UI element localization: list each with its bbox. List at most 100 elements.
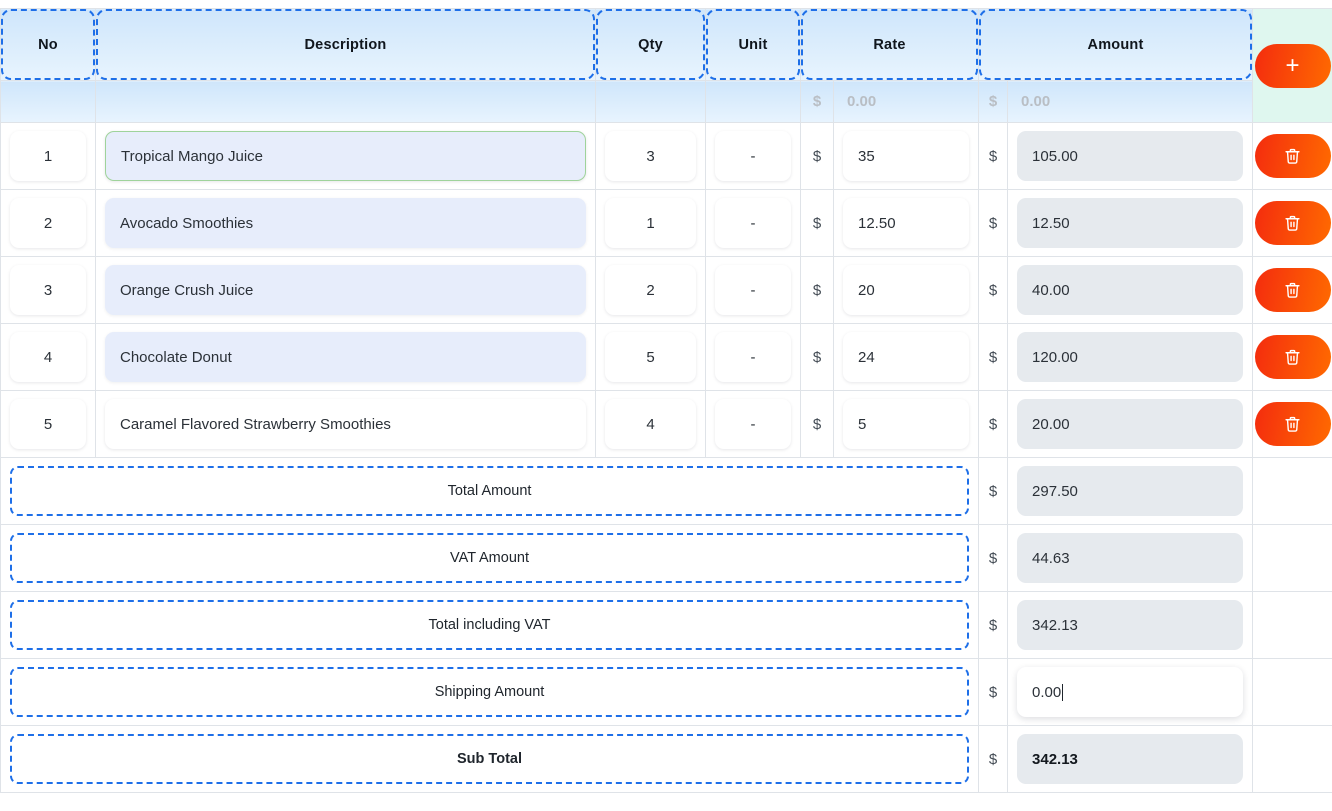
row-description-cell[interactable]: Caramel Flavored Strawberry Smoothies: [95, 390, 596, 458]
amount-value: 120.00: [1017, 332, 1244, 382]
description-input[interactable]: Chocolate Donut: [105, 332, 586, 382]
row-description-cell[interactable]: Orange Crush Juice: [95, 256, 596, 324]
summary-value: 44.63: [1032, 549, 1070, 567]
trash-icon: [1284, 147, 1301, 165]
row-amount-currency: $: [978, 256, 1009, 324]
header-cell-description: Description: [95, 8, 596, 81]
description-input[interactable]: Caramel Flavored Strawberry Smoothies: [105, 399, 586, 449]
summary-label: Shipping Amount: [10, 667, 970, 717]
row-rate-cell[interactable]: 20: [832, 256, 980, 324]
plus-icon: +: [1285, 51, 1300, 79]
qty-input[interactable]: 4: [605, 399, 696, 449]
rate-input[interactable]: 12.50: [843, 198, 970, 248]
unit-input[interactable]: -: [715, 399, 791, 449]
row-rate-cell[interactable]: 12.50: [832, 189, 980, 257]
description-input[interactable]: Tropical Mango Juice: [105, 131, 586, 181]
summary-currency: $: [978, 658, 1009, 726]
qty-input[interactable]: 2: [605, 265, 696, 315]
delete-row-button[interactable]: [1254, 134, 1331, 178]
row-unit-cell[interactable]: -: [705, 122, 801, 190]
summary-row: Total Amount $297.50: [0, 457, 1332, 525]
row-amount-cell: 40.00: [1007, 256, 1254, 324]
summary-value-cell[interactable]: 0.00: [1007, 658, 1254, 726]
qty-input[interactable]: 5: [605, 332, 696, 382]
subheader-rate-placeholder-cell[interactable]: 0.00: [832, 80, 980, 123]
summary-row: Sub Total $342.13: [0, 725, 1332, 793]
description-input[interactable]: Orange Crush Juice: [105, 265, 586, 315]
row-no-cell: 3: [0, 256, 96, 324]
row-rate-cell[interactable]: 24: [832, 323, 980, 391]
summary-value: 342.13: [1032, 616, 1078, 634]
row-unit-cell[interactable]: -: [705, 256, 801, 324]
subheader-amount-placeholder-cell[interactable]: 0.00: [1007, 80, 1254, 123]
row-qty-cell[interactable]: 4: [595, 390, 706, 458]
row-unit-cell[interactable]: -: [705, 323, 801, 391]
summary-currency: $: [978, 457, 1009, 525]
table-header: No Description Qty Unit Rate Amount + $ …: [0, 8, 1332, 123]
unit-input[interactable]: -: [715, 131, 791, 181]
row-number: 2: [10, 198, 86, 248]
header-cell-actions: +: [1252, 8, 1332, 123]
row-description-cell[interactable]: Chocolate Donut: [95, 323, 596, 391]
summary-row: VAT Amount $44.63: [0, 524, 1332, 592]
row-description-cell[interactable]: Avocado Smoothies: [95, 189, 596, 257]
row-number: 5: [10, 399, 86, 449]
row-rate-currency: $: [800, 323, 834, 391]
row-qty-cell[interactable]: 5: [595, 323, 706, 391]
summary-label: Sub Total: [10, 734, 970, 784]
header-cell-unit: Unit: [705, 8, 801, 81]
unit-input[interactable]: -: [715, 198, 791, 248]
row-no-cell: 1: [0, 122, 96, 190]
add-row-button[interactable]: +: [1254, 43, 1331, 88]
table-row: 2 Avocado Smoothies 1- $12.50 $12.50: [0, 189, 1332, 257]
row-no-cell: 5: [0, 390, 96, 458]
summary-value[interactable]: 0.00: [1032, 684, 1061, 701]
row-number: 1: [10, 131, 86, 181]
subheader-cell-qty: [595, 80, 706, 123]
rate-input[interactable]: 5: [843, 399, 970, 449]
table-row: 1 Tropical Mango Juice 3- $35 $105.00: [0, 122, 1332, 190]
header-label-no: No: [1, 9, 95, 80]
amount-total-placeholder: 0.00: [1021, 93, 1051, 110]
rate-total-placeholder: 0.00: [847, 93, 877, 110]
trash-icon: [1284, 348, 1301, 366]
delete-row-button[interactable]: [1254, 335, 1331, 379]
delete-row-button[interactable]: [1254, 402, 1331, 446]
description-input[interactable]: Avocado Smoothies: [105, 198, 586, 248]
subheader-rate-currency: $: [800, 80, 834, 123]
row-unit-cell[interactable]: -: [705, 189, 801, 257]
table-body: 1 Tropical Mango Juice 3- $35 $105.00 2 Avocad…: [0, 122, 1332, 793]
summary-value-cell: 342.13: [1007, 725, 1254, 793]
row-actions-cell: [1252, 256, 1332, 324]
summary-actions-cell: [1252, 591, 1332, 659]
delete-row-button[interactable]: [1254, 201, 1331, 245]
summary-value-cell: 44.63: [1007, 524, 1254, 592]
summary-actions-cell: [1252, 524, 1332, 592]
row-rate-cell[interactable]: 35: [832, 122, 980, 190]
qty-input[interactable]: 1: [605, 198, 696, 248]
unit-input[interactable]: -: [715, 265, 791, 315]
row-qty-cell[interactable]: 2: [595, 256, 706, 324]
summary-row: Shipping Amount $0.00: [0, 658, 1332, 726]
rate-input[interactable]: 24: [843, 332, 970, 382]
row-unit-cell[interactable]: -: [705, 390, 801, 458]
delete-row-button[interactable]: [1254, 268, 1331, 312]
row-rate-currency: $: [800, 256, 834, 324]
unit-input[interactable]: -: [715, 332, 791, 382]
row-number: 4: [10, 332, 86, 382]
table-row: 5 Caramel Flavored Strawberry Smoothies 4-…: [0, 390, 1332, 458]
row-amount-cell: 105.00: [1007, 122, 1254, 190]
row-rate-currency: $: [800, 390, 834, 458]
summary-value: 297.50: [1032, 482, 1078, 500]
qty-input[interactable]: 3: [605, 131, 696, 181]
rate-input[interactable]: 20: [843, 265, 970, 315]
summary-label-cell: Shipping Amount: [0, 658, 980, 726]
row-qty-cell[interactable]: 1: [595, 189, 706, 257]
row-qty-cell[interactable]: 3: [595, 122, 706, 190]
row-description-cell[interactable]: Tropical Mango Juice: [95, 122, 596, 190]
row-rate-cell[interactable]: 5: [832, 390, 980, 458]
trash-icon: [1284, 281, 1301, 299]
rate-input[interactable]: 35: [843, 131, 970, 181]
summary-currency: $: [978, 591, 1009, 659]
summary-actions-cell: [1252, 457, 1332, 525]
